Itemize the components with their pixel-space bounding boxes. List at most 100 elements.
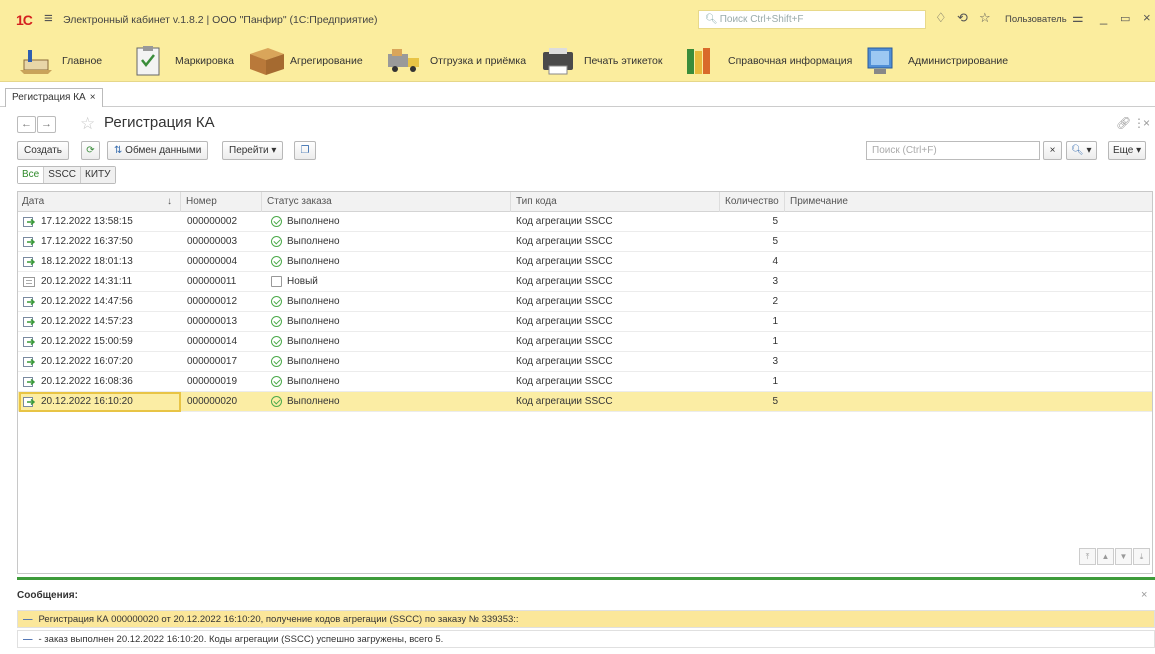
cell-number: 000000019: [187, 376, 238, 387]
cell-date: 20.12.2022 15:00:59: [41, 336, 133, 347]
table-row[interactable]: 20.12.2022 16:07:20 000000017 Выполнено Код…: [18, 352, 1152, 372]
column-label: Дата: [22, 196, 45, 207]
column-header-note[interactable]: Примечание: [786, 192, 1146, 212]
cell-date: 20.12.2022 16:08:36: [41, 376, 133, 387]
goto-dropdown[interactable]: Перейти ▾: [222, 141, 284, 160]
tab-registration-ka[interactable]: Регистрация КА ×: [5, 88, 103, 107]
global-search-input[interactable]: 🔍︎ Поиск Ctrl+Shift+F: [698, 10, 926, 29]
table-row[interactable]: 20.12.2022 14:57:23 000000013 Выполнено Код…: [18, 312, 1152, 332]
favorite-star-icon[interactable]: ☆: [80, 114, 95, 134]
bell-icon[interactable]: ♢: [935, 10, 947, 26]
clipboard-icon: [131, 46, 167, 76]
cell-status: Выполнено: [287, 296, 340, 307]
cell-code-type: Код агрегации SSCC: [516, 256, 613, 267]
message-item[interactable]: — Регистрация КА 000000020 от 20.12.2022 …: [17, 610, 1155, 628]
open-tabs-bar: Регистрация КА ×: [0, 85, 1155, 107]
check-circle-icon: [271, 336, 282, 347]
scroll-bottom-icon[interactable]: ⤓: [1133, 548, 1150, 565]
scroll-up-icon[interactable]: ▲: [1097, 548, 1114, 565]
cell-status: Выполнено: [287, 336, 340, 347]
section-home[interactable]: Главное: [18, 40, 102, 82]
message-bullet-icon: —: [23, 614, 33, 625]
maximize-icon[interactable]: ▭: [1120, 12, 1130, 25]
table-row[interactable]: 20.12.2022 14:47:56 000000012 Выполнено Код…: [18, 292, 1152, 312]
column-header-date[interactable]: Дата ↓: [18, 192, 181, 212]
section-marking[interactable]: Маркировка: [131, 40, 234, 82]
column-header-number[interactable]: Номер: [182, 192, 262, 212]
check-circle-icon: [271, 216, 282, 227]
message-item[interactable]: — - заказ выполнен 20.12.2022 16:10:20. К…: [17, 630, 1155, 648]
data-exchange-button[interactable]: ⇅ Обмен данными: [107, 141, 209, 160]
table-row[interactable]: 18.12.2022 18:01:13 000000004 Выполнено Код…: [18, 252, 1152, 272]
table-row[interactable]: 17.12.2022 16:37:50 000000003 Выполнено Код…: [18, 232, 1152, 252]
clear-search-button[interactable]: ×: [1043, 141, 1062, 160]
table-header: Дата ↓ Номер Статус заказа Тип кода Коли…: [18, 192, 1152, 212]
cell-quantity: 2: [772, 296, 778, 307]
message-text: - заказ выполнен 20.12.2022 16:10:20. Ко…: [38, 634, 444, 645]
section-shipping[interactable]: Отгрузка и приёмка: [386, 40, 526, 82]
close-form-icon[interactable]: ×: [1143, 116, 1150, 130]
scroll-top-icon[interactable]: ⤒: [1079, 548, 1096, 565]
close-window-icon[interactable]: ×: [1143, 10, 1151, 25]
chevron-down-icon: ▾: [1083, 145, 1092, 156]
filter-all[interactable]: Все: [18, 167, 45, 183]
cell-status: Новый: [287, 276, 318, 287]
goto-label: Перейти: [229, 145, 269, 156]
back-button[interactable]: ←: [17, 116, 36, 133]
table-row[interactable]: 17.12.2022 13:58:15 000000002 Выполнено Код…: [18, 212, 1152, 232]
section-aggregation[interactable]: Агрегирование: [246, 40, 363, 82]
column-header-quantity[interactable]: Количество: [721, 192, 785, 212]
user-name[interactable]: Пользователь: [1005, 14, 1067, 25]
search-button[interactable]: 🔍︎ ▾: [1066, 141, 1097, 160]
cell-date: 17.12.2022 16:37:50: [41, 236, 133, 247]
cell-status: Выполнено: [287, 236, 340, 247]
table-row[interactable]: 20.12.2022 16:08:36 000000019 Выполнено Код…: [18, 372, 1152, 392]
section-label: Отгрузка и приёмка: [430, 55, 527, 67]
books-icon: [684, 46, 720, 76]
cell-code-type: Код агрегации SSCC: [516, 216, 613, 227]
settings-menu-icon[interactable]: ⚌: [1072, 10, 1084, 26]
close-messages-icon[interactable]: ×: [1141, 589, 1147, 601]
forward-button[interactable]: →: [37, 116, 56, 133]
section-label: Печать этикеток: [584, 55, 663, 67]
section-administration[interactable]: Администрирование: [864, 40, 1008, 82]
cell-quantity: 5: [772, 236, 778, 247]
data-exchange-label: Обмен данными: [125, 145, 202, 156]
global-search-placeholder: Поиск Ctrl+Shift+F: [719, 14, 804, 25]
cell-date: 18.12.2022 18:01:13: [41, 256, 133, 267]
cell-status: Выполнено: [287, 376, 340, 387]
message-text: Регистрация КА 000000020 от 20.12.2022 1…: [38, 614, 519, 625]
app-logo[interactable]: 1С: [16, 12, 33, 28]
section-label-print[interactable]: Печать этикеток: [540, 40, 662, 82]
column-header-status[interactable]: Статус заказа: [263, 192, 511, 212]
list-search-input[interactable]: Поиск (Ctrl+F): [866, 141, 1040, 160]
table-row[interactable]: 20.12.2022 16:10:20 000000020 Выполнено Код…: [18, 392, 1152, 412]
more-label: Еще: [1113, 145, 1134, 156]
copy-icon[interactable]: ❐: [294, 141, 316, 160]
close-tab-icon[interactable]: ×: [90, 92, 96, 103]
refresh-icon[interactable]: ⟳: [81, 141, 100, 160]
cell-date: 20.12.2022 14:47:56: [41, 296, 133, 307]
create-button[interactable]: Создать: [17, 141, 70, 160]
table-row[interactable]: 20.12.2022 15:00:59 000000014 Выполнено Код…: [18, 332, 1152, 352]
main-menu-icon[interactable]: ≡: [44, 10, 53, 27]
link-icon[interactable]: 🔗︎: [1116, 116, 1131, 130]
cell-number: 000000002: [187, 216, 238, 227]
column-header-code-type[interactable]: Тип кода: [512, 192, 720, 212]
check-circle-icon: [271, 236, 282, 247]
filter-sscc[interactable]: SSCC: [44, 167, 82, 183]
favorites-icon[interactable]: ☆: [979, 10, 991, 26]
chevron-down-icon: ▾: [271, 145, 277, 156]
filter-kitu[interactable]: КИТУ: [81, 167, 115, 183]
history-icon[interactable]: ⟲: [957, 10, 968, 26]
scroll-down-icon[interactable]: ▼: [1115, 548, 1132, 565]
minimize-icon[interactable]: _: [1100, 10, 1107, 25]
more-button[interactable]: Еще ▾: [1108, 141, 1147, 160]
cell-status: Выполнено: [287, 256, 340, 267]
title-bar: 1С ≡ Электронный кабинет v.1.8.2 | ООО "…: [0, 0, 1155, 40]
table-row[interactable]: 20.12.2022 14:31:11 000000011 Новый Код агр…: [18, 272, 1152, 292]
section-reference[interactable]: Справочная информация: [684, 40, 852, 82]
cell-quantity: 3: [772, 356, 778, 367]
cell-status: Выполнено: [287, 316, 340, 327]
registrations-table[interactable]: Дата ↓ Номер Статус заказа Тип кода Коли…: [17, 191, 1153, 574]
